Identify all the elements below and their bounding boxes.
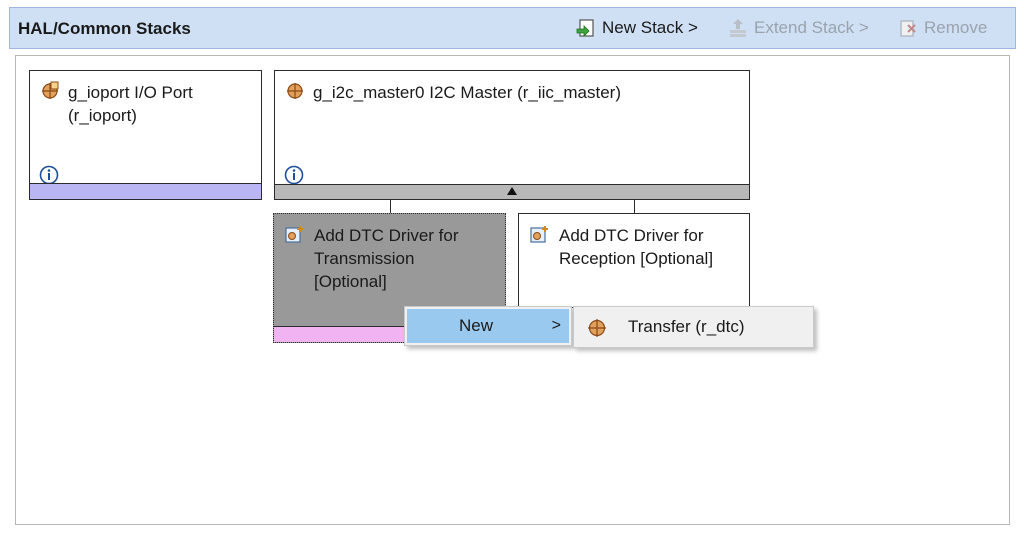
context-menu: New > — [404, 306, 572, 346]
add-dtc-reception-label: Add DTC Driver for Reception [Optional] — [559, 226, 714, 268]
add-dtc-transmission-title: Add DTC Driver for Transmission [Optiona… — [284, 224, 459, 293]
module-ioport-title: g_ioport I/O Port (r_ioport) — [40, 81, 193, 127]
panel-header: HAL/Common Stacks New Stack > Extend Sta… — [9, 7, 1016, 49]
new-stack-icon — [576, 19, 594, 37]
add-dtc-transmission-label: Add DTC Driver for Transmission [Optiona… — [314, 226, 459, 291]
menu-item-transfer-label: Transfer (r_dtc) — [628, 317, 745, 336]
submenu-arrow-icon: > — [551, 317, 561, 334]
transfer-icon — [588, 319, 606, 337]
new-stack-button[interactable]: New Stack > — [576, 18, 698, 38]
context-submenu: Transfer (r_dtc) — [573, 306, 814, 348]
stacks-canvas: g_ioport I/O Port (r_ioport) g_i2c_maste… — [15, 55, 1010, 525]
connector-line — [634, 200, 635, 213]
info-icon[interactable] — [284, 165, 304, 185]
module-ioport-label: g_ioport I/O Port (r_ioport) — [68, 83, 193, 125]
module-icon — [42, 81, 59, 99]
extend-stack-icon — [730, 19, 746, 37]
add-dtc-reception-title: Add DTC Driver for Reception [Optional] — [529, 224, 713, 270]
add-driver-icon — [530, 226, 548, 243]
menu-item-transfer[interactable]: Transfer (r_dtc) — [576, 309, 811, 345]
module-ioport-strip — [30, 183, 261, 199]
remove-icon — [900, 20, 916, 37]
module-i2c-label: g_i2c_master0 I2C Master (r_iic_master) — [313, 83, 621, 102]
remove-button[interactable]: Remove — [898, 18, 987, 38]
module-ioport[interactable]: g_ioport I/O Port (r_ioport) — [29, 70, 262, 200]
collapse-bar[interactable] — [275, 184, 749, 199]
module-i2c-title: g_i2c_master0 I2C Master (r_iic_master) — [285, 81, 621, 104]
collapse-triangle-icon — [507, 187, 517, 195]
module-icon — [287, 83, 303, 99]
add-driver-icon — [285, 226, 303, 243]
panel-title: HAL/Common Stacks — [18, 19, 191, 38]
menu-item-new[interactable]: New > — [407, 309, 569, 343]
hal-common-stacks-panel: HAL/Common Stacks New Stack > Extend Sta… — [0, 0, 1024, 535]
new-stack-label: New Stack > — [602, 18, 698, 37]
remove-label: Remove — [924, 18, 988, 37]
extend-stack-button[interactable]: Extend Stack > — [728, 18, 869, 38]
extend-stack-label: Extend Stack > — [754, 18, 869, 37]
add-dtc-reception[interactable]: Add DTC Driver for Reception [Optional] — [518, 213, 750, 308]
info-icon[interactable] — [39, 165, 59, 185]
connector-line — [390, 200, 391, 213]
module-i2c-master[interactable]: g_i2c_master0 I2C Master (r_iic_master) — [274, 70, 750, 200]
menu-item-new-label: New — [459, 316, 494, 335]
